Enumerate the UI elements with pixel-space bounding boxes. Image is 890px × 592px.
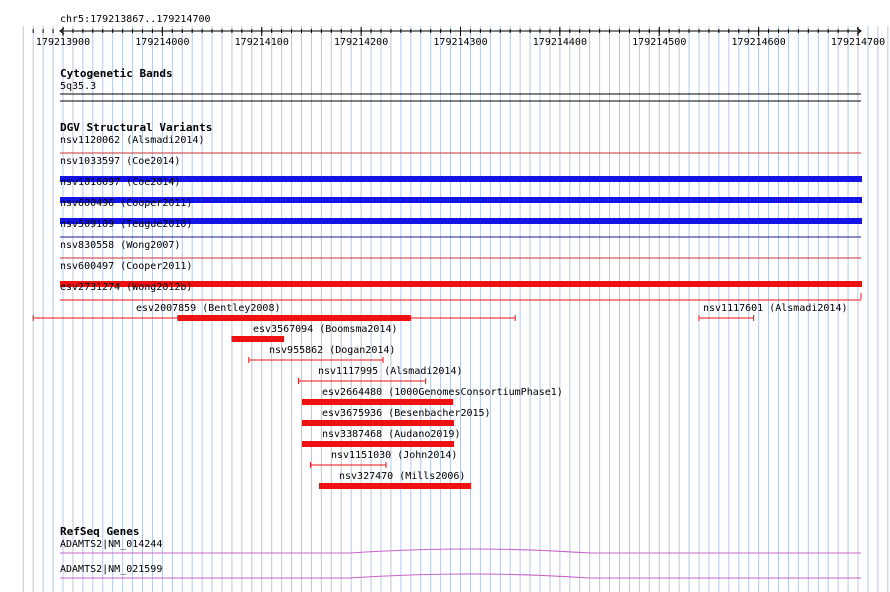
sv-label[interactable]: nsv955862 (Dogan2014) [269,345,395,356]
gene-label[interactable]: ADAMTS2|NM_021599 [60,564,162,576]
gene-label[interactable]: ADAMTS2|NM_014244 [60,539,162,551]
sv-label[interactable]: nsv3387468 (Audano2019) [322,429,460,440]
sv-bar[interactable] [302,399,453,405]
sv-label[interactable]: esv2007859 (Bentley2008) [136,303,281,314]
sv-label[interactable]: nsv1016097 (Coe2014) [60,177,180,188]
dgv-track-title: DGV Structural Variants [60,121,213,134]
ruler-tick-label: 179213900 [36,37,90,48]
sv-label[interactable]: esv2731274 (Wong2012b) [60,282,192,293]
sv-label[interactable]: nsv600496 (Cooper2011) [60,198,192,209]
ruler-tick-label: 179214700 [831,37,885,48]
ruler-tick-label: 179214000 [135,37,189,48]
sv-bar[interactable] [302,441,454,447]
sv-label[interactable]: esv3675936 (Besenbacher2015) [322,408,491,419]
cytoband-label: 5q35.3 [60,81,97,92]
cytoband-track-title: Cytogenetic Bands [60,67,173,80]
sv-label[interactable]: nsv1033597 (Coe2014) [60,156,180,167]
sv-label[interactable]: nsv600497 (Cooper2011) [60,261,192,272]
ruler-tick-label: 179214500 [632,37,686,48]
sv-bar[interactable] [319,483,471,489]
sv-label[interactable]: nsv327470 (Mills2006) [339,471,465,482]
sv-label[interactable]: nsv1117995 (Alsmadi2014) [318,366,463,377]
ruler-tick-label: 179214200 [334,37,388,48]
ruler-tick-label: 179214300 [433,37,487,48]
sv-label[interactable]: nsv1151030 (John2014) [331,450,457,461]
sv-bar[interactable] [231,336,284,342]
ruler-tick-label: 179214100 [235,37,289,48]
sv-label[interactable]: nsv1120062 (Alsmadi2014) [60,135,205,146]
sv-bar[interactable] [302,420,454,426]
sv-label[interactable]: nsv830558 (Wong2007) [60,240,180,251]
sv-label[interactable]: esv2664480 (1000GenomesConsortiumPhase1) [322,387,563,398]
sv-label[interactable]: nsv509109 (Teague2010) [60,219,192,230]
refseq-track-title: RefSeq Genes [60,525,140,538]
track-canvas[interactable]: 179213900 179214000 179214100 179214200 1792… [0,0,890,592]
sv-bar[interactable] [177,315,411,321]
ruler-tick-label: 179214600 [732,37,786,48]
ruler-tick-label: 179214400 [533,37,587,48]
sv-label[interactable]: esv3567094 (Boomsma2014) [253,324,398,335]
sv-label[interactable]: nsv1117601 (Alsmadi2014) [703,303,848,314]
region-label: chr5:179213867..179214700 [60,14,211,25]
